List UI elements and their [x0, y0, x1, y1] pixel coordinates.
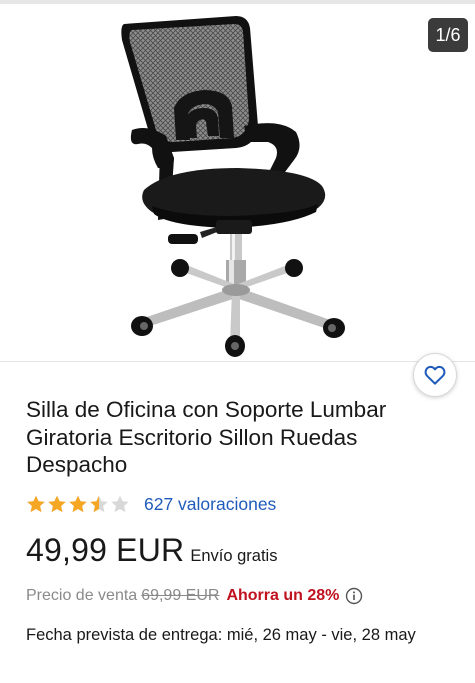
- divider: [0, 361, 475, 362]
- watch-button[interactable]: [413, 353, 457, 397]
- price-row: 49,99 EUR Envío gratis: [26, 532, 277, 572]
- star-icon: [90, 495, 108, 513]
- ratings-count-link[interactable]: 627 valoraciones: [144, 494, 276, 515]
- star-icon: [111, 495, 129, 513]
- star-icon: [27, 495, 45, 513]
- star-icon: [48, 495, 66, 513]
- product-title: Silla de Oficina con Soporte Lumbar Gira…: [26, 397, 387, 477]
- product-image[interactable]: [108, 8, 368, 360]
- savings-label: Ahorra un 28%: [226, 587, 340, 604]
- image-gallery[interactable]: 1/6: [0, 4, 475, 360]
- price: 49,99 EUR: [26, 532, 185, 568]
- info-icon[interactable]: [345, 587, 363, 605]
- heart-icon: [424, 365, 446, 385]
- discount-row: Precio de venta 69,99 EUR Ahorra un 28%: [26, 584, 363, 608]
- shipping-label: Envío gratis: [190, 547, 278, 565]
- star-rating: [26, 494, 131, 514]
- delivery-estimate: Fecha prevista de entrega: mié, 26 may -…: [26, 626, 416, 644]
- list-price-label: Precio de venta: [26, 587, 138, 604]
- list-price: 69,99 EUR: [141, 587, 220, 604]
- star-icon: [69, 495, 87, 513]
- image-counter: 1/6: [428, 18, 468, 52]
- rating-row[interactable]: 627 valoraciones: [26, 490, 276, 518]
